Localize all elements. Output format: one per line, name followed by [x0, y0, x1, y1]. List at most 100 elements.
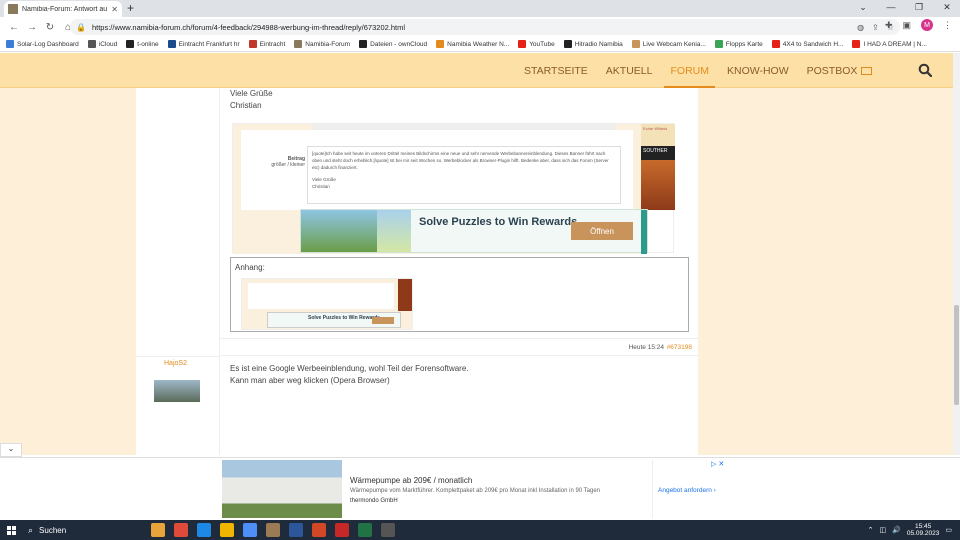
new-tab-button[interactable]: +	[127, 1, 134, 15]
extensions-icon[interactable]: ✚	[885, 20, 893, 31]
chevron-down-icon[interactable]: ⌄	[856, 2, 870, 13]
forward-icon[interactable]: →	[24, 22, 40, 33]
post-number-link[interactable]: #673198	[667, 344, 692, 351]
ad-title[interactable]: Wärmepumpe ab 209€ / monatlich	[350, 476, 472, 485]
bookmark-item[interactable]: t-online	[126, 40, 159, 48]
taskbar-app-icon[interactable]	[312, 523, 326, 537]
post2-line1: Es ist eine Google Werbeeinblendung, woh…	[230, 364, 469, 373]
window-controls: ⌄ — ❐ ✕	[856, 2, 954, 13]
menu-icon[interactable]: ⋮	[943, 20, 952, 31]
bookmark-item[interactable]: Flopps Karte	[714, 40, 763, 48]
tab-title: Namibia-Forum: Antwort auf Th	[22, 5, 108, 13]
taskbar-app-icon[interactable]	[174, 523, 188, 537]
bookmark-label: Solar-Log Dashboard	[17, 40, 79, 48]
bookmark-item[interactable]: Live Webcam Kenia...	[631, 40, 706, 48]
bookmark-label: Eintracht	[259, 40, 286, 48]
puzzle-ad-banner[interactable]: Solve Puzzles to Win Rewards Öffnen	[300, 209, 648, 254]
nav-item-label: AKTUELL	[605, 64, 653, 77]
bookmark-item[interactable]: YouTube	[518, 40, 555, 48]
profile-avatar[interactable]: M	[921, 19, 933, 31]
chevron-down-icon[interactable]: ⌄	[0, 443, 22, 457]
ad-open-button[interactable]: Öffnen	[571, 222, 633, 240]
bookmark-item[interactable]: Namibia Weather N...	[436, 40, 509, 48]
attachment-label: Anhang:	[235, 263, 265, 272]
side-ad-top: Echte Wildnis	[641, 124, 675, 146]
web-page: STARTSEITE AKTUELL FORUM KNOW-HOW POSTBOX Ha…	[0, 53, 960, 455]
adchoices-close-icon[interactable]: ▷ ✕	[711, 460, 724, 468]
bottom-sticky-ad[interactable]: Wärmepumpe ab 209€ / monatlich Wärmepump…	[0, 457, 960, 520]
nav-item-startseite[interactable]: STARTSEITE	[524, 53, 588, 88]
taskbar-app-icon[interactable]	[266, 523, 280, 537]
chevron-up-icon[interactable]: ⌃	[868, 526, 874, 534]
sidebar-icon[interactable]: ▣	[902, 20, 911, 31]
bookmark-item[interactable]: iCloud	[87, 40, 117, 48]
bookmark-item[interactable]: 4X4 to Sandwich H...	[771, 40, 843, 48]
taskbar-app-icon[interactable]	[220, 523, 234, 537]
windows-start-icon[interactable]	[7, 525, 16, 535]
volume-icon[interactable]: 🔊	[892, 526, 901, 534]
taskbar-app-icon[interactable]	[289, 523, 303, 537]
browser-tab[interactable]: Namibia-Forum: Antwort auf Th ✕	[4, 1, 122, 17]
bookmark-item[interactable]: Eintracht	[248, 40, 286, 48]
ad-house-image[interactable]	[222, 460, 342, 518]
bookmark-item[interactable]: Hitradio Namibia	[563, 40, 623, 48]
taskbar-app-icon[interactable]	[197, 523, 211, 537]
taskbar-app-icon[interactable]	[335, 523, 349, 537]
close-window-icon[interactable]: ✕	[940, 2, 954, 13]
bookmark-label: YouTube	[529, 40, 555, 48]
bookmark-item[interactable]: Namibia-Forum	[294, 40, 350, 48]
lock-icon[interactable]: 🔒	[76, 23, 86, 32]
bookmark-item[interactable]: Eintracht Frankfurt hr	[167, 40, 240, 48]
cookie-icon[interactable]: ◍	[857, 23, 864, 32]
taskbar-apps	[142, 523, 395, 537]
address-bar[interactable]: 🔒 https://www.namibia-forum.ch/forum/4-f…	[70, 19, 900, 35]
reload-icon[interactable]: ↻	[42, 22, 58, 33]
bookmark-item[interactable]: Dateien - ownCloud	[359, 40, 427, 48]
nav-item-know-how[interactable]: KNOW-HOW	[727, 53, 789, 88]
nav-item-forum[interactable]: FORUM	[664, 53, 715, 88]
taskbar-app-icon[interactable]	[243, 523, 257, 537]
nav-item-label: STARTSEITE	[524, 64, 588, 77]
bookmark-favicon-icon	[359, 40, 368, 48]
bookmark-item[interactable]: I HAD A DREAM | N...	[852, 40, 927, 48]
screenshot-label: Beitrag größer / kleiner	[245, 156, 305, 168]
minimize-icon[interactable]: —	[884, 2, 898, 13]
screenshot-side-ad: Echte Wildnis SOUTHER	[641, 124, 675, 210]
taskbar-search[interactable]: ⌕ Suchen	[28, 520, 142, 540]
maximize-icon[interactable]: ❐	[912, 2, 926, 13]
bookmark-label: Namibia-Forum	[305, 40, 351, 48]
close-tab-icon[interactable]: ✕	[111, 5, 118, 14]
avatar[interactable]	[154, 380, 200, 402]
bookmark-favicon-icon	[436, 40, 445, 48]
scrollbar-thumb[interactable]	[954, 305, 959, 405]
screenshot-greeting: Viele Grüße	[312, 177, 336, 183]
notification-icon[interactable]: ▭	[945, 526, 952, 534]
browser-tab-strip: Namibia-Forum: Antwort auf Th ✕ + ⌄ — ❐ …	[0, 0, 960, 17]
share-icon[interactable]: ⇪	[872, 23, 879, 32]
nav-item-aktuell[interactable]: AKTUELL	[606, 53, 653, 88]
network-icon[interactable]: ◫	[879, 526, 886, 534]
ad-cta-label[interactable]: Angebot anfordern	[658, 487, 712, 494]
post-greeting: Viele Grüße	[230, 89, 273, 98]
clock[interactable]: 15:45 05.09.2023	[907, 523, 940, 538]
taskbar-app-icon[interactable]	[151, 523, 165, 537]
bookmark-favicon-icon	[126, 40, 135, 48]
divider	[136, 356, 220, 357]
attachment-thumbnail[interactable]: Solve Puzzles to Win Rewards	[241, 278, 413, 330]
url-text[interactable]: https://www.namibia-forum.ch/forum/4-fee…	[92, 23, 405, 32]
nav-item-postbox[interactable]: POSTBOX	[807, 53, 873, 88]
taskbar-app-icon[interactable]	[358, 523, 372, 537]
taskbar-app-icon[interactable]	[381, 523, 395, 537]
thumbnail-ad: Solve Puzzles to Win Rewards	[267, 312, 401, 328]
ad-cta-link[interactable]: Angebot anfordern ›	[658, 487, 716, 494]
search-icon[interactable]	[918, 63, 932, 77]
back-icon[interactable]: ←	[6, 22, 22, 33]
bookmark-label: Hitradio Namibia	[574, 40, 623, 48]
ad-image-secondary	[377, 210, 411, 252]
bookmark-item[interactable]: Solar-Log Dashboard	[6, 40, 79, 48]
thumbnail-post-area	[248, 283, 394, 309]
bookmark-favicon-icon	[771, 40, 780, 48]
post-author-link[interactable]: HajoS2	[164, 360, 187, 367]
page-scrollbar[interactable]	[953, 53, 960, 455]
chevron-right-icon: ›	[713, 487, 716, 494]
